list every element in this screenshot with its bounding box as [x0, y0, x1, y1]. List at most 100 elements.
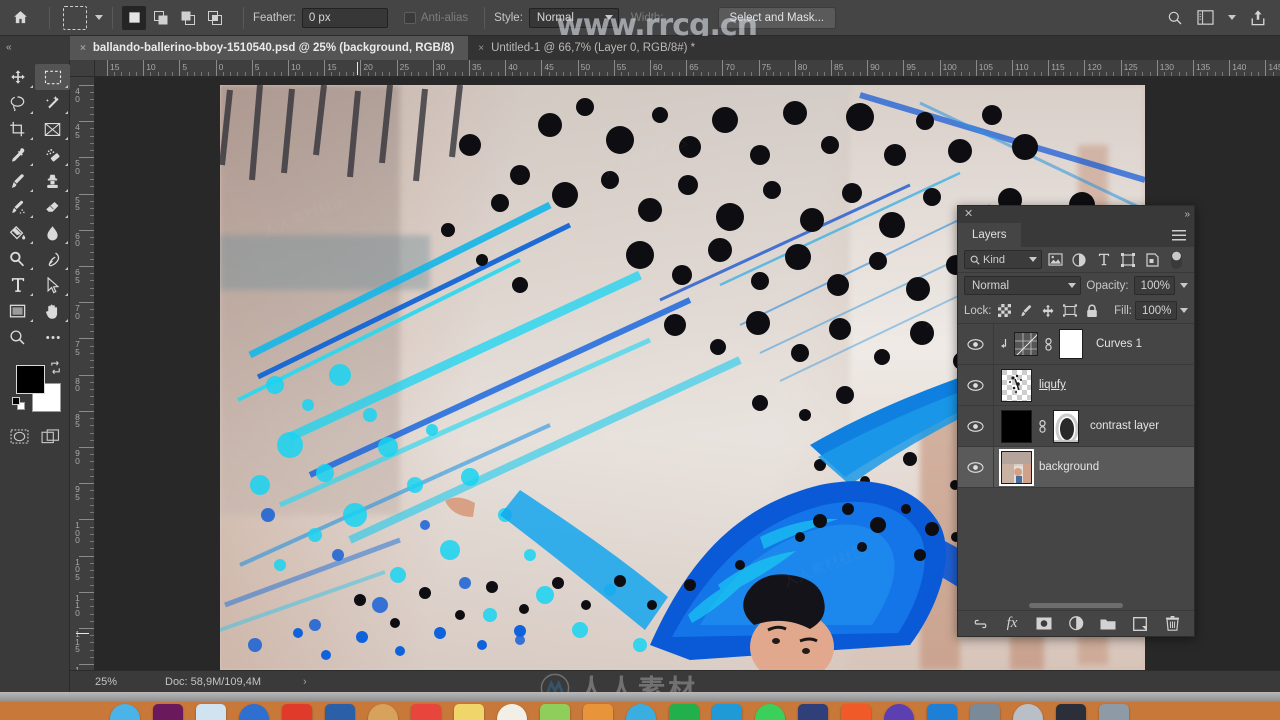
- tab-layers[interactable]: Layers: [958, 223, 1021, 247]
- lock-artboard-nesting-button[interactable]: [1061, 301, 1080, 320]
- search-icon[interactable]: [1167, 10, 1183, 26]
- home-button[interactable]: [0, 0, 40, 36]
- finder-icon[interactable]: [108, 702, 142, 720]
- numbers-icon[interactable]: [538, 702, 572, 720]
- transparent-checker-thumbnail[interactable]: [1001, 368, 1032, 402]
- subtract-from-selection-button[interactable]: [176, 6, 200, 30]
- preview-icon[interactable]: [925, 702, 959, 720]
- vertical-ruler[interactable]: 404550556065707580859095100105110115120: [70, 77, 95, 670]
- lasso-tool[interactable]: [0, 90, 35, 116]
- close-icon[interactable]: ✕: [964, 209, 973, 220]
- new-group-button[interactable]: [1100, 615, 1117, 632]
- history-brush-tool[interactable]: [0, 194, 35, 220]
- eyedropper-tool[interactable]: [0, 142, 35, 168]
- link-icon[interactable]: [1043, 337, 1054, 351]
- lock-all-button[interactable]: [1083, 301, 1102, 320]
- dodge-tool[interactable]: [0, 246, 35, 272]
- appstore-icon[interactable]: [624, 702, 658, 720]
- table-row[interactable]: contrast layer: [958, 406, 1194, 447]
- filter-smart-object-button[interactable]: [1141, 250, 1163, 270]
- new-adjustment-layer-button[interactable]: [1068, 615, 1085, 632]
- layer-visibility-toggle[interactable]: [958, 447, 994, 487]
- layer-filter-kind-select[interactable]: Kind: [964, 250, 1042, 269]
- feather-input[interactable]: 0 px: [301, 7, 388, 28]
- layer-list[interactable]: Curves 1 liqufy contrast layer backgroun…: [958, 324, 1194, 610]
- dock[interactable]: [0, 702, 1280, 720]
- black-thumbnail[interactable]: [1001, 409, 1032, 443]
- chevron-down-icon[interactable]: [95, 15, 103, 20]
- move-tool[interactable]: [0, 64, 35, 90]
- music-icon[interactable]: [839, 702, 873, 720]
- default-colors-icon[interactable]: [12, 397, 25, 410]
- filter-adjustment-layers-button[interactable]: [1068, 250, 1090, 270]
- collapse-arrows-icon[interactable]: «: [6, 42, 11, 53]
- trash-icon[interactable]: [1054, 702, 1088, 720]
- path-selection-tool[interactable]: [35, 272, 70, 298]
- select-and-mask-button[interactable]: Select and Mask...: [717, 6, 837, 29]
- new-layer-button[interactable]: [1132, 615, 1149, 632]
- foreground-color-swatch[interactable]: [16, 365, 45, 394]
- rectangle-tool[interactable]: [0, 298, 35, 324]
- grayscale-mask-thumbnail[interactable]: [1053, 409, 1079, 443]
- style-select[interactable]: Normal: [528, 7, 619, 28]
- notes-icon[interactable]: [366, 702, 400, 720]
- gradient-tool[interactable]: [0, 220, 35, 246]
- screen-mode-icon[interactable]: [41, 429, 60, 444]
- panel-horizontal-scrollbar[interactable]: [957, 603, 1193, 609]
- pen-tool[interactable]: [35, 246, 70, 272]
- filter-toggle-switch[interactable]: [1166, 250, 1188, 270]
- chevron-down-icon[interactable]: [1180, 308, 1188, 313]
- layer-content[interactable]: contrast layer: [994, 409, 1194, 443]
- blur-tool[interactable]: [35, 220, 70, 246]
- document-tab-2[interactable]: × Untitled-1 @ 66,7% (Layer 0, RGB/8#) *: [468, 36, 709, 60]
- spot-healing-brush-tool[interactable]: [35, 142, 70, 168]
- rectangular-marquee-tool[interactable]: [35, 64, 70, 90]
- lock-image-pixels-button[interactable]: [1017, 301, 1036, 320]
- clone-stamp-tool[interactable]: [35, 168, 70, 194]
- messages-icon[interactable]: [753, 702, 787, 720]
- zoom-tool[interactable]: [0, 324, 35, 350]
- close-icon[interactable]: ×: [478, 43, 484, 54]
- pages-icon[interactable]: [495, 702, 529, 720]
- quick-mask-icon[interactable]: [10, 429, 29, 444]
- brush-tool[interactable]: [0, 168, 35, 194]
- table-row[interactable]: Curves 1: [958, 324, 1194, 365]
- calendar-icon[interactable]: [409, 702, 443, 720]
- table-row[interactable]: liqufy: [958, 365, 1194, 406]
- launchpad-icon[interactable]: [194, 702, 228, 720]
- finder2-icon[interactable]: [882, 702, 916, 720]
- opacity-input[interactable]: 100%: [1133, 276, 1175, 295]
- table-row[interactable]: background: [958, 447, 1194, 488]
- layer-visibility-toggle[interactable]: [958, 406, 994, 446]
- zoom-level[interactable]: 25%: [70, 676, 130, 688]
- layer-content[interactable]: Curves 1: [994, 329, 1194, 359]
- photo-thumbnail[interactable]: [999, 448, 1034, 486]
- document-tab-1[interactable]: × ballando-ballerino-bboy-1510540.psd @ …: [70, 36, 469, 60]
- hand-tool[interactable]: [35, 298, 70, 324]
- blend-mode-select[interactable]: Normal: [964, 276, 1082, 295]
- status-expand-arrow[interactable]: ›: [303, 676, 307, 688]
- add-layer-mask-button[interactable]: [1036, 615, 1053, 632]
- link-icon[interactable]: [1037, 419, 1048, 433]
- edit-toolbar-button[interactable]: [35, 324, 70, 350]
- safari-icon[interactable]: [237, 702, 271, 720]
- curves-grid-thumbnail[interactable]: [1014, 332, 1038, 356]
- siri-icon[interactable]: [151, 702, 185, 720]
- mail-icon[interactable]: [280, 702, 314, 720]
- swap-colors-icon[interactable]: [49, 361, 62, 374]
- filter-pixel-layers-button[interactable]: [1044, 250, 1066, 270]
- keynote-icon[interactable]: [581, 702, 615, 720]
- anti-alias-checkbox[interactable]: Anti-alias: [403, 11, 474, 24]
- delete-layer-button[interactable]: [1164, 615, 1181, 632]
- chevron-down-icon[interactable]: [1180, 283, 1188, 288]
- white-mask-thumbnail[interactable]: [1059, 329, 1083, 359]
- link-layers-button[interactable]: [972, 615, 989, 632]
- eraser-tool[interactable]: [35, 194, 70, 220]
- lock-transparent-pixels-button[interactable]: [995, 301, 1014, 320]
- system-icon[interactable]: [1097, 702, 1131, 720]
- frame-tool[interactable]: [35, 116, 70, 142]
- horizontal-ruler[interactable]: 15 10 5 0 5 10 15 20 25 30 35 40 45 50 55 60 65 70 75 80 85 9…: [95, 60, 1280, 77]
- object-selection-tool[interactable]: [35, 90, 70, 116]
- layer-style-button[interactable]: fx: [1004, 615, 1021, 632]
- facetime-icon[interactable]: [796, 702, 830, 720]
